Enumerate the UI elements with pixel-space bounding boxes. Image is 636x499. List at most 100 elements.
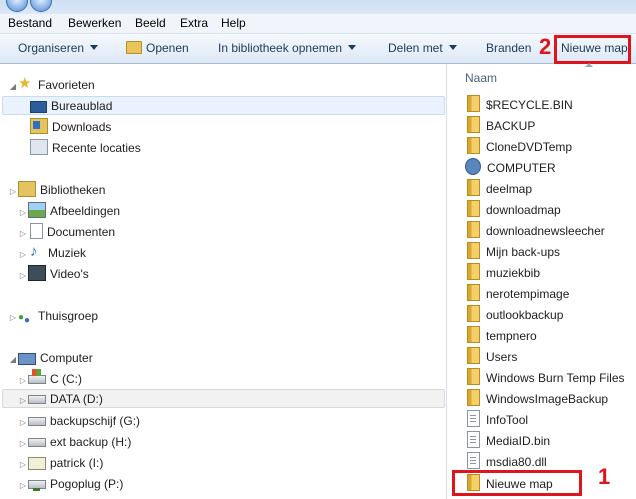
menu-beeld[interactable]: Beeld — [135, 16, 166, 30]
computer-folder-icon — [465, 158, 481, 175]
folder-icon — [467, 263, 480, 280]
nav-homegroup-label: Thuisgroep — [38, 309, 99, 323]
collapsed-arrow-icon: ▷ — [19, 271, 27, 280]
file-name: Mijn back-ups — [486, 245, 561, 259]
file-name: downloadmap — [486, 203, 561, 217]
burn-button[interactable]: Branden — [486, 41, 531, 55]
file-name: muziekbib — [486, 266, 541, 280]
nav-item-label: Bureaublad — [51, 99, 113, 113]
file-row[interactable]: downloadmap — [465, 200, 561, 220]
file-name: deelmap — [486, 182, 533, 196]
nav-item-label: C (C:) — [50, 372, 82, 386]
back-button[interactable] — [6, 0, 28, 12]
file-row[interactable]: nerotempimage — [465, 284, 569, 304]
file-row[interactable]: BACKUP — [465, 116, 535, 136]
nav-item-label: Afbeeldingen — [50, 204, 121, 218]
nav-drive-h[interactable]: ▷ ext backup (H:) — [18, 433, 131, 451]
menu-bestand[interactable]: Bestand — [8, 16, 52, 30]
menu-extra[interactable]: Extra — [180, 16, 208, 30]
file-row[interactable]: COMPUTER — [465, 158, 556, 178]
file-name: nerotempimage — [486, 287, 570, 301]
nav-drive-c[interactable]: ▷ C (C:) — [18, 369, 82, 388]
collapsed-arrow-icon: ▷ — [19, 229, 27, 238]
collapsed-arrow-icon: ▷ — [9, 313, 17, 322]
file-row[interactable]: MediaID.bin — [465, 431, 550, 451]
column-header-name[interactable]: Naam — [465, 71, 497, 85]
nav-homegroup[interactable]: ▷ Thuisgroep — [8, 307, 99, 330]
nav-item-videos[interactable]: ▷ Video's — [18, 265, 89, 283]
libraries-icon — [18, 181, 36, 197]
nav-item-label: Downloads — [52, 120, 112, 134]
annotation-number-2: 2 — [539, 34, 552, 59]
file-row[interactable]: downloadnewsleecher — [465, 221, 605, 241]
collapsed-arrow-icon: ▷ — [19, 481, 27, 490]
desktop-icon — [30, 101, 47, 113]
file-name: MediaID.bin — [486, 434, 551, 448]
folder-icon — [467, 95, 480, 112]
file-row[interactable]: CloneDVDTemp — [465, 137, 572, 157]
file-row[interactable]: InfoTool — [465, 410, 528, 430]
file-row[interactable]: Windows Burn Temp Files — [465, 368, 625, 388]
file-row[interactable]: outlookbackup — [465, 305, 563, 325]
nav-item-label: patrick (I:) — [50, 456, 104, 470]
organize-label: Organiseren — [18, 41, 85, 55]
file-name: msdia80.dll — [486, 455, 547, 469]
file-row[interactable]: WindowsImageBackup — [465, 389, 608, 409]
file-row[interactable]: Mijn back-ups — [465, 242, 560, 262]
file-row[interactable]: msdia80.dll — [465, 452, 547, 472]
include-library-button[interactable]: In bibliotheek opnemen — [218, 41, 357, 55]
nav-drive-p[interactable]: ▷ Pogoplug (P:) — [18, 475, 123, 493]
file-row[interactable]: tempnero — [465, 326, 537, 346]
nav-favorites[interactable]: ◢ Favorieten — [8, 75, 95, 94]
folder-icon — [467, 242, 480, 259]
nav-item-label: ext backup (H:) — [50, 435, 132, 449]
collapsed-arrow-icon: ▷ — [19, 250, 27, 259]
chevron-down-icon — [348, 45, 357, 50]
menu-bewerken[interactable]: Bewerken — [68, 16, 121, 30]
nav-item-downloads[interactable]: Downloads — [30, 118, 111, 136]
folder-icon — [467, 200, 480, 217]
nav-drive-g[interactable]: ▷ backupschijf (G:) — [18, 412, 140, 430]
nav-item-music[interactable]: ▷ Muziek — [18, 243, 86, 262]
annotation-number-1: 1 — [598, 464, 611, 489]
nav-item-label: Documenten — [47, 225, 116, 239]
nav-drive-d[interactable]: ▷ DATA (D:) — [18, 390, 103, 408]
documents-library-icon — [30, 223, 43, 239]
folder-icon — [467, 137, 480, 154]
nav-item-label: Recente locaties — [52, 141, 141, 155]
nav-item-recent-places[interactable]: Recente locaties — [30, 139, 141, 157]
music-library-icon — [28, 243, 44, 261]
menu-help[interactable]: Help — [221, 16, 246, 30]
nav-drive-i[interactable]: ▷ patrick (I:) — [18, 454, 103, 472]
folder-icon — [467, 326, 480, 343]
chevron-down-icon — [448, 45, 457, 50]
share-with-label: Delen met — [388, 41, 443, 55]
file-name: WindowsImageBackup — [486, 392, 609, 406]
nav-item-bureaublad[interactable]: Bureaublad — [30, 97, 112, 115]
recent-places-icon — [30, 139, 48, 155]
nav-item-pictures[interactable]: ▷ Afbeeldingen — [18, 202, 120, 220]
file-row[interactable]: Users — [465, 347, 517, 367]
file-icon — [467, 452, 480, 469]
chevron-down-icon — [90, 45, 99, 50]
expanded-arrow-icon: ◢ — [9, 82, 17, 91]
forward-button[interactable] — [30, 0, 52, 12]
open-button[interactable]: Openen — [126, 41, 189, 55]
file-row[interactable]: deelmap — [465, 179, 532, 199]
file-name: BACKUP — [486, 119, 536, 133]
collapsed-arrow-icon: ▷ — [19, 208, 27, 217]
organize-button[interactable]: Organiseren — [18, 41, 99, 55]
file-row[interactable]: $RECYCLE.BIN — [465, 95, 573, 115]
downloads-folder-icon — [30, 118, 48, 134]
nav-item-documents[interactable]: ▷ Documenten — [18, 223, 115, 241]
file-icon — [467, 410, 480, 427]
file-name: $RECYCLE.BIN — [486, 98, 573, 112]
file-name: COMPUTER — [487, 161, 556, 175]
folder-icon — [467, 347, 480, 364]
nav-libraries[interactable]: ▷ Bibliotheken — [8, 181, 105, 199]
file-row[interactable]: muziekbib — [465, 263, 540, 283]
share-with-button[interactable]: Delen met — [388, 41, 457, 55]
nav-computer[interactable]: ◢ Computer — [8, 349, 93, 367]
nav-favorites-label: Favorieten — [38, 78, 95, 92]
collapsed-arrow-icon: ▷ — [19, 376, 27, 385]
